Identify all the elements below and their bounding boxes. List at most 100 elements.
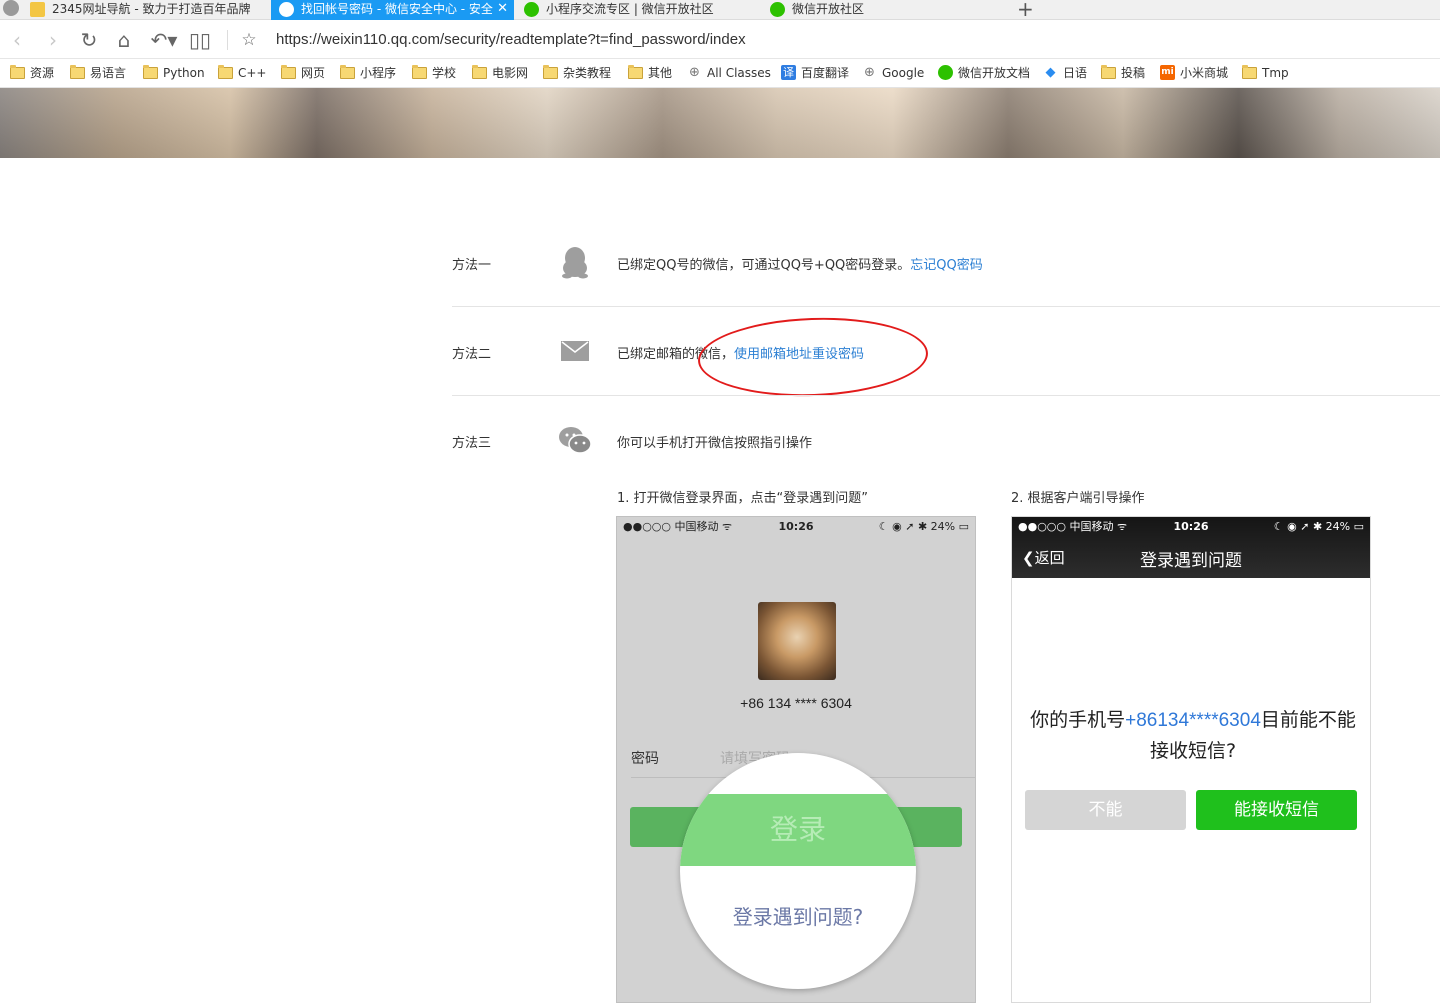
method-description: 已绑定QQ号的微信，可通过QQ号+QQ密码登录。忘记QQ密码 (617, 254, 983, 273)
bookmark-tmp[interactable]: Tmp (1242, 65, 1289, 81)
can-receive-button: 能接收短信 (1196, 790, 1357, 830)
tab-mini-program[interactable]: 小程序交流专区 | 微信开放社区 (516, 0, 759, 20)
forgot-qq-password-link[interactable]: 忘记QQ密码 (910, 258, 982, 273)
bookmark-mini-program[interactable]: 小程序 (340, 65, 396, 81)
folder-icon (543, 65, 558, 79)
method-one: 方法一 已绑定QQ号的微信，可通过QQ号+QQ密码登录。忘记QQ密码 (452, 245, 1440, 285)
tab-title: 2345网址导航 - 致力于打造百年品牌 (52, 2, 251, 16)
bookmark-google[interactable]: ⊕ Google (862, 65, 924, 81)
new-tab-button[interactable]: + (1017, 0, 1034, 21)
wechat-favicon-icon (279, 2, 294, 17)
method-text: 已绑定QQ号的微信，可通过QQ号+QQ密码登录。 (617, 258, 911, 273)
avatar-icon (3, 0, 19, 16)
bookmark-label: 学校 (432, 66, 457, 80)
bookmark-other[interactable]: 其他 (628, 65, 672, 81)
step-two-text: 2. 根据客户端引导操作 (1011, 491, 1145, 506)
tab-bar: 2345网址导航 - 致力于打造百年品牌 找回帐号密码 - 微信安全中心 - 安… (0, 0, 1440, 21)
bookmark-resources[interactable]: 资源 (10, 65, 54, 81)
status-bar: ●●○○○ 中国移动 ᯤ 10:26 ☾ ◉ ➚ ✱ 24% ▭ (617, 517, 975, 537)
bookmark-label: 易语言 (90, 66, 127, 80)
divider (452, 395, 1440, 396)
folder-icon (281, 65, 296, 79)
bookmark-label: 微信开放文档 (958, 66, 1031, 80)
back-icon[interactable]: ‹ (6, 29, 28, 51)
home-icon[interactable]: ⌂ (113, 29, 135, 51)
login-trouble-link: 登录遇到问题? (732, 905, 864, 929)
folder-icon (412, 65, 427, 79)
bookmark-tutorials[interactable]: 杂类教程 (543, 65, 611, 81)
reload-icon[interactable]: ↻ (78, 29, 100, 51)
method-two: 方法二 已绑定邮箱的微信，使用邮箱地址重设密码 (452, 334, 1440, 374)
cannot-receive-button: 不能 (1025, 790, 1186, 830)
bookmark-label: 电影网 (492, 66, 529, 80)
folder-icon (1101, 65, 1116, 79)
bookmark-submit[interactable]: 投稿 (1101, 65, 1145, 81)
login-screenshot: ●●○○○ 中国移动 ᯤ 10:26 ☾ ◉ ➚ ✱ 24% ▭ +86 134… (616, 516, 976, 1003)
user-avatar-photo (758, 602, 836, 680)
2345-favicon-icon (30, 2, 45, 17)
msg-number: +86134****6304 (1125, 710, 1261, 731)
tab-title: 小程序交流专区 | 微信开放社区 (546, 2, 714, 16)
folder-icon (472, 65, 487, 79)
folder-icon (628, 65, 643, 79)
status-bar: ●●○○○ 中国移动 ᯤ 10:26 ☾ ◉ ➚ ✱ 24% ▭ (1012, 517, 1370, 537)
bookmark-e-language[interactable]: 易语言 (70, 65, 126, 81)
bookmark-label: 日语 (1063, 66, 1088, 80)
phone-title: 登录遇到问题 (1140, 551, 1242, 571)
bookmark-label: C++ (238, 66, 267, 80)
folder-icon (70, 65, 85, 79)
bookmark-web[interactable]: 网页 (281, 65, 325, 81)
bookmark-japanese[interactable]: ◆ 日语 (1043, 65, 1088, 81)
wechat-favicon-icon (524, 2, 539, 17)
header-banner (0, 88, 1440, 158)
folder-icon (1242, 65, 1257, 79)
method-description: 你可以手机打开微信按照指引操作 (617, 436, 813, 451)
mail-icon (561, 341, 589, 361)
bookmark-python[interactable]: Python (143, 65, 205, 81)
msg-prefix: 你的手机号 (1030, 709, 1126, 731)
globe-icon: ⊕ (689, 65, 700, 80)
bookmark-cpp[interactable]: C++ (218, 65, 267, 81)
divider (452, 306, 1440, 307)
login-button: 登录 (680, 794, 916, 866)
bookmark-school[interactable]: 学校 (412, 65, 456, 81)
bookmark-xiaomi[interactable]: mi 小米商城 (1160, 65, 1228, 81)
folder-icon (218, 65, 233, 79)
method-label: 方法一 (452, 258, 492, 273)
sms-question: 你的手机号+86134****6304目前能不能接收短信? (1026, 705, 1360, 766)
bookmark-label: Python (163, 66, 205, 80)
translate-icon: 译 (781, 65, 796, 80)
tab-2345[interactable]: 2345网址导航 - 致力于打造百年品牌 (22, 0, 270, 20)
forward-icon[interactable]: › (42, 29, 64, 51)
status-right: ☾ ◉ ➚ ✱ 24% ▭ (1273, 520, 1364, 533)
tab-find-password[interactable]: 找回帐号密码 - 微信安全中心 - 安全 ✕ (271, 0, 514, 20)
user-avatar[interactable] (0, 0, 22, 20)
tab-title: 微信开放社区 (792, 2, 865, 16)
address-bar[interactable]: https://weixin110.qq.com/security/readte… (276, 31, 746, 48)
navigation-bar: ‹ › ↻ ⌂ ↶▾ ▯▯ ☆ https://weixin110.qq.com… (0, 21, 1440, 59)
bookmark-all-classes[interactable]: ⊕ All Classes (687, 65, 771, 81)
bookmark-label: 杂类教程 (563, 66, 612, 80)
reading-mode-icon[interactable]: ▯▯ (189, 29, 211, 51)
phone-header: ●●○○○ 中国移动 ᯤ 10:26 ☾ ◉ ➚ ✱ 24% ▭ ❮返回 登录遇… (1012, 517, 1370, 578)
wechat-icon (938, 65, 953, 80)
bookmarks-bar: 资源 易语言 Python C++ 网页 小程序 学校 电影网 杂类教程 其他 … (0, 60, 1440, 88)
bookmark-label: 百度翻译 (801, 66, 850, 80)
bookmark-movie[interactable]: 电影网 (472, 65, 528, 81)
folder-icon (10, 65, 25, 79)
diamond-icon: ◆ (1045, 65, 1056, 80)
folder-icon (143, 65, 158, 79)
bookmark-baidu-translate[interactable]: 译百度翻译 (781, 65, 849, 81)
wechat-favicon-icon (770, 2, 785, 17)
method-three: 方法三 你可以手机打开微信按照指引操作 (452, 423, 1440, 463)
step-one-text: 1. 打开微信登录界面，点击“登录遇到问题” (617, 491, 869, 506)
bookmark-label: 小米商城 (1180, 66, 1229, 80)
bookmark-label: Tmp (1262, 66, 1289, 80)
close-tab-icon[interactable]: ✕ (497, 0, 508, 18)
tab-open-community[interactable]: 微信开放社区 (762, 0, 1005, 20)
trouble-screenshot: ●●○○○ 中国移动 ᯤ 10:26 ☾ ◉ ➚ ✱ 24% ▭ ❮返回 登录遇… (1011, 516, 1371, 1003)
toolbar-divider (227, 30, 228, 50)
favorite-star-icon[interactable]: ☆ (238, 29, 260, 51)
undo-close-icon[interactable]: ↶▾ (148, 29, 180, 51)
bookmark-wechat-docs[interactable]: 微信开放文档 (938, 65, 1030, 81)
